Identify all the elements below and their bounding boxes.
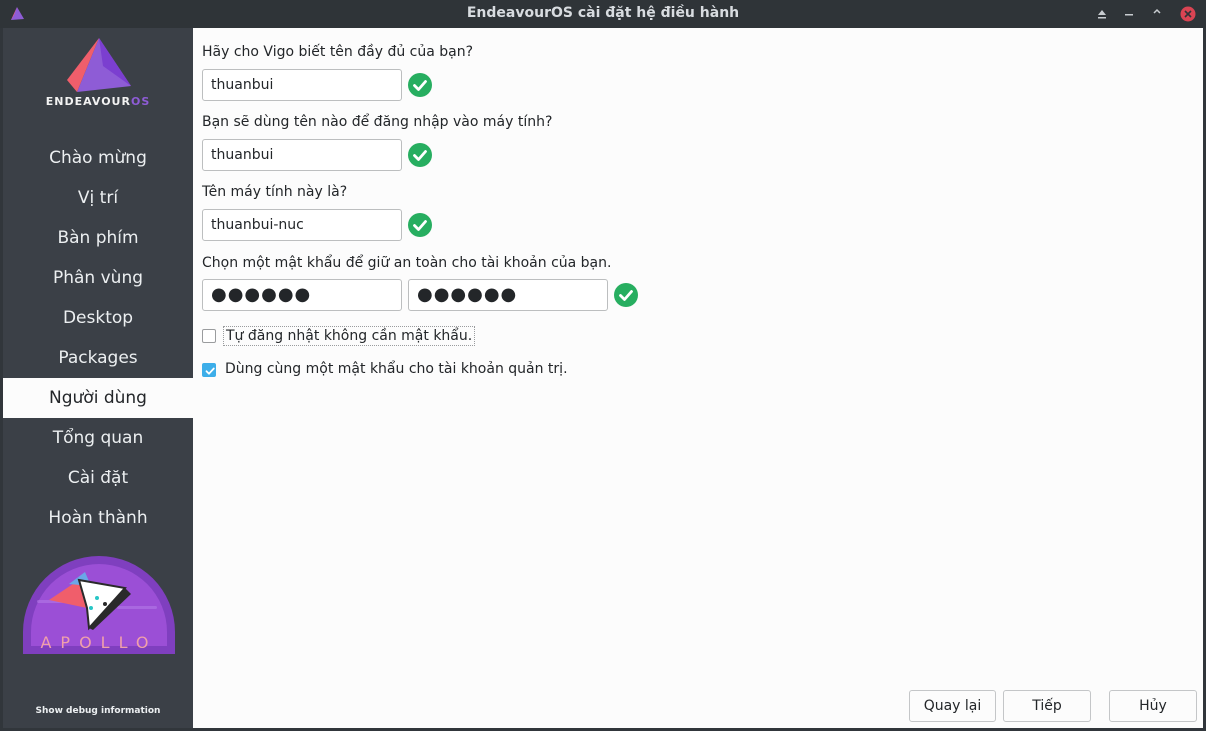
sidebar: ENDEAVOUROS Chào mừng Vị trí Bàn phím Ph… [3, 28, 193, 728]
fullname-valid-icon [408, 73, 432, 97]
logo-wordmark: ENDEAVOUROS [45, 95, 151, 108]
username-label: Bạn sẽ dùng tên nào để đăng nhập vào máy… [202, 114, 553, 130]
hostname-input[interactable]: thuanbui-nuc [202, 209, 402, 241]
username-input[interactable]: thuanbui [202, 139, 402, 171]
hostname-valid-icon [408, 213, 432, 237]
sidebar-item-welcome: Chào mừng [49, 148, 147, 168]
minimize-icon[interactable] [1120, 5, 1138, 23]
endeavouros-logo [63, 36, 135, 102]
apollo-badge: APOLLO [21, 556, 177, 660]
close-icon[interactable] [1179, 5, 1197, 23]
same-admin-password-label[interactable]: Dùng cùng một mật khẩu cho tài khoản quả… [223, 360, 570, 378]
sidebar-item-location: Vị trí [77, 188, 119, 208]
password-confirm-input[interactable]: ●●●●●● [408, 279, 608, 311]
sidebar-item-packages: Packages [58, 348, 138, 368]
same-admin-password-option[interactable]: Dùng cùng một mật khẩu cho tài khoản quả… [202, 360, 568, 382]
autologin-option[interactable]: Tự đăng nhật không cần mật khẩu. [202, 326, 476, 348]
sidebar-item-keyboard: Bàn phím [57, 228, 139, 248]
sidebar-item-finish: Hoàn thành [48, 508, 148, 528]
username-valid-icon [408, 143, 432, 167]
sidebar-item-desktop: Desktop [62, 308, 134, 328]
sidebar-item-summary: Tổng quan [52, 428, 144, 448]
window-titlebar[interactable]: EndeavourOS cài đặt hệ điều hành [0, 0, 1206, 28]
cancel-button[interactable]: Hủy [1109, 690, 1197, 722]
show-debug-button[interactable]: Show debug information [3, 706, 193, 716]
window-title: EndeavourOS cài đặt hệ điều hành [466, 5, 740, 21]
badge-text: APOLLO [40, 633, 157, 652]
checkmark-icon [205, 367, 215, 375]
password-valid-icon [614, 283, 638, 307]
sidebar-item-install: Cài đặt [67, 468, 129, 488]
autologin-label[interactable]: Tự đăng nhật không cần mật khẩu. [223, 326, 476, 346]
sidebar-item-users: Người dùng [3, 378, 193, 418]
fullname-label: Hãy cho Vigo biết tên đầy đủ của bạn? [202, 44, 474, 60]
password-input[interactable]: ●●●●●● [202, 279, 402, 311]
back-button[interactable]: Quay lại [909, 690, 996, 722]
next-button[interactable]: Tiếp [1003, 690, 1091, 722]
keep-above-icon[interactable] [1093, 5, 1111, 23]
sidebar-item-partitions: Phân vùng [52, 268, 144, 288]
hostname-label: Tên máy tính này là? [202, 184, 348, 200]
autologin-checkbox[interactable] [202, 329, 216, 343]
fullname-input[interactable]: thuanbui [202, 69, 402, 101]
step-navigation: Chào mừng Vị trí Bàn phím Phân vùng Desk… [3, 138, 193, 538]
maximize-icon[interactable] [1148, 5, 1166, 23]
users-page: Hãy cho Vigo biết tên đầy đủ của bạn? th… [193, 28, 1203, 728]
same-admin-password-checkbox[interactable] [202, 363, 216, 377]
password-label: Chọn một mật khẩu để giữ an toàn cho tài… [202, 255, 612, 271]
